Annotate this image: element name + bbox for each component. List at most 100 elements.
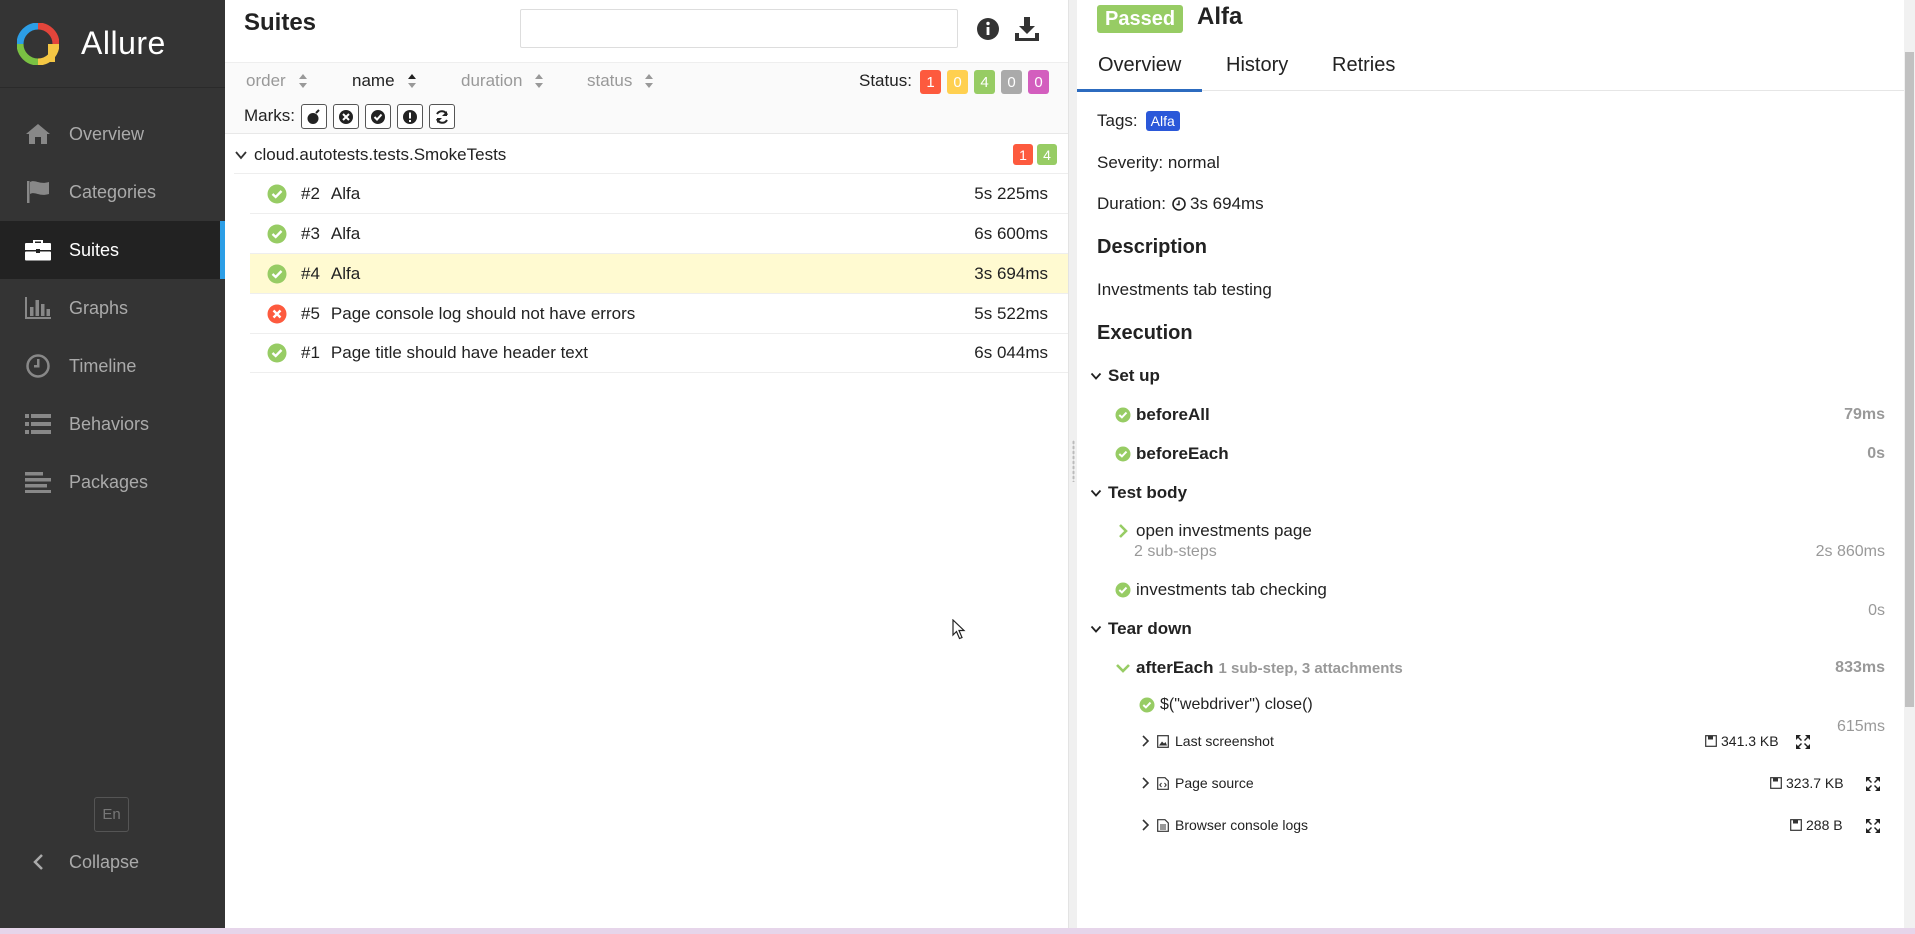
attachment-last-screenshot[interactable]: Last screenshot [1141,733,1274,749]
tear-down-label: Tear down [1108,619,1192,638]
step-substeps-count: 2 sub-steps [1134,543,1217,560]
passed-status-icon [1115,446,1131,462]
step-after-each[interactable]: afterEach 1 sub-step, 3 attachments [1115,658,1403,678]
test-row[interactable]: #5 Page console log should not have erro… [250,294,1068,334]
test-row-selected[interactable]: #4 Alfa 3s 694ms [250,254,1068,294]
sidebar-item-label: Categories [69,181,157,202]
mark-new-passed-button[interactable] [365,104,391,129]
setup-section-toggle[interactable]: Set up [1090,366,1160,386]
test-row[interactable]: #2 Alfa 5s 225ms [250,174,1068,214]
info-icon [977,18,999,40]
test-number: #2 [301,183,320,203]
expand-icon[interactable] [1865,776,1881,792]
attachment-browser-console-logs[interactable]: Browser console logs [1141,817,1308,833]
tab-overview[interactable]: Overview [1077,54,1203,92]
home-icon [24,122,52,146]
test-name: Alfa [330,223,361,243]
collapse-label: Collapse [69,851,140,872]
step-name: beforeEach [1136,444,1229,463]
sidebar-item-behaviors[interactable]: Behaviors [0,395,225,453]
brand[interactable]: Allure [0,0,225,88]
pane-resize-handle[interactable] [1068,0,1077,934]
page-title: Suites [244,9,317,36]
test-name: Alfa [330,183,361,203]
passed-status-icon [1139,697,1155,713]
test-duration: 3s 694ms [974,263,1048,283]
mark-retries-button[interactable] [429,104,455,129]
chevron-right-icon [1142,777,1150,789]
test-duration: 6s 600ms [974,223,1048,243]
tear-down-section-toggle[interactable]: Tear down [1090,619,1192,639]
marks-filter-label: Marks: [244,106,295,125]
sidebar-nav: Overview Categories Suites Graphs Timeli… [0,105,225,511]
test-number: #1 [301,342,320,362]
step-name: afterEach [1136,658,1214,677]
attachment-page-source[interactable]: Page source [1141,775,1254,791]
sort-by-status[interactable]: status [587,71,654,91]
test-row[interactable]: #1 Page title should have header text 6s… [250,333,1068,373]
passed-status-icon [1115,582,1131,598]
mark-new-failed-button[interactable] [333,104,359,129]
step-name: open investments page [1136,521,1312,540]
sort-by-name[interactable]: name [352,71,417,91]
duration-row: Duration: 3s 694ms [1097,194,1264,214]
step-meta: 1 sub-step, 3 attachments [1218,659,1403,677]
chevron-down-icon [1090,489,1102,497]
sidebar-item-graphs[interactable]: Graphs [0,279,225,337]
clock-icon [24,354,52,378]
step-webdriver-close[interactable]: $("webdriver") close() [1139,696,1313,714]
mark-flaky-button[interactable] [301,104,327,129]
chevron-right-icon [1142,735,1150,747]
allure-logo-icon [17,22,59,65]
language-switch[interactable]: En [94,797,129,832]
test-number: #3 [301,223,320,243]
list-icon [24,412,52,436]
window-bottom-edge [0,928,1915,934]
step-duration: 0s [1868,602,1885,619]
attachment-size-value: 323.7 KB [1786,775,1844,791]
collapse-button[interactable]: Collapse [24,845,139,879]
mark-new-broken-button[interactable] [397,104,423,129]
test-number: #4 [301,263,320,283]
step-before-each[interactable]: beforeEach [1115,444,1229,464]
suite-group[interactable]: cloud.autotests.tests.SmokeTests 1 4 [234,137,1068,174]
tab-history[interactable]: History [1226,54,1288,77]
sort-by-duration[interactable]: duration [461,71,544,91]
expand-icon[interactable] [1795,734,1811,750]
search-input[interactable] [520,9,958,48]
step-investments-tab-checking[interactable]: investments tab checking [1115,580,1327,600]
sort-icon [298,73,308,89]
status-filter-skipped[interactable]: 0 [1001,70,1022,94]
attachment-name: Last screenshot [1175,733,1274,749]
duration-value: 3s 694ms [1189,194,1264,213]
step-name: investments tab checking [1136,580,1327,599]
details-scrollbar-thumb[interactable] [1905,52,1914,707]
step-open-investments-page[interactable]: open investments page [1115,521,1312,541]
check-circle-icon [371,109,385,124]
status-filter-unknown[interactable]: 0 [1028,70,1049,94]
test-row[interactable]: #3 Alfa 6s 600ms [250,214,1068,254]
info-button[interactable] [975,16,1001,42]
attachment-size-value: 288 B [1806,817,1843,833]
download-icon [1015,17,1039,41]
test-body-label: Test body [1108,483,1188,502]
status-filter-passed[interactable]: 4 [974,70,995,94]
download-button[interactable] [1014,16,1040,42]
test-body-section-toggle[interactable]: Test body [1090,483,1187,503]
expand-icon[interactable] [1865,818,1881,834]
test-number: #5 [301,303,320,323]
sidebar-item-packages[interactable]: Packages [0,453,225,511]
step-duration: 833ms [1835,659,1885,676]
step-duration: 79ms [1844,406,1885,423]
step-before-all[interactable]: beforeAll [1115,405,1210,425]
sidebar-item-timeline[interactable]: Timeline [0,337,225,395]
status-filter-broken[interactable]: 0 [947,70,968,94]
brand-name: Allure [81,25,166,61]
tab-retries[interactable]: Retries [1332,54,1395,77]
sidebar-item-suites[interactable]: Suites [0,221,225,279]
sidebar-item-categories[interactable]: Categories [0,163,225,221]
sidebar: Allure Overview Categories Suites Graphs… [0,0,225,934]
sidebar-item-overview[interactable]: Overview [0,105,225,163]
sort-by-order[interactable]: order [246,71,308,91]
status-filter-failed[interactable]: 1 [920,70,941,94]
